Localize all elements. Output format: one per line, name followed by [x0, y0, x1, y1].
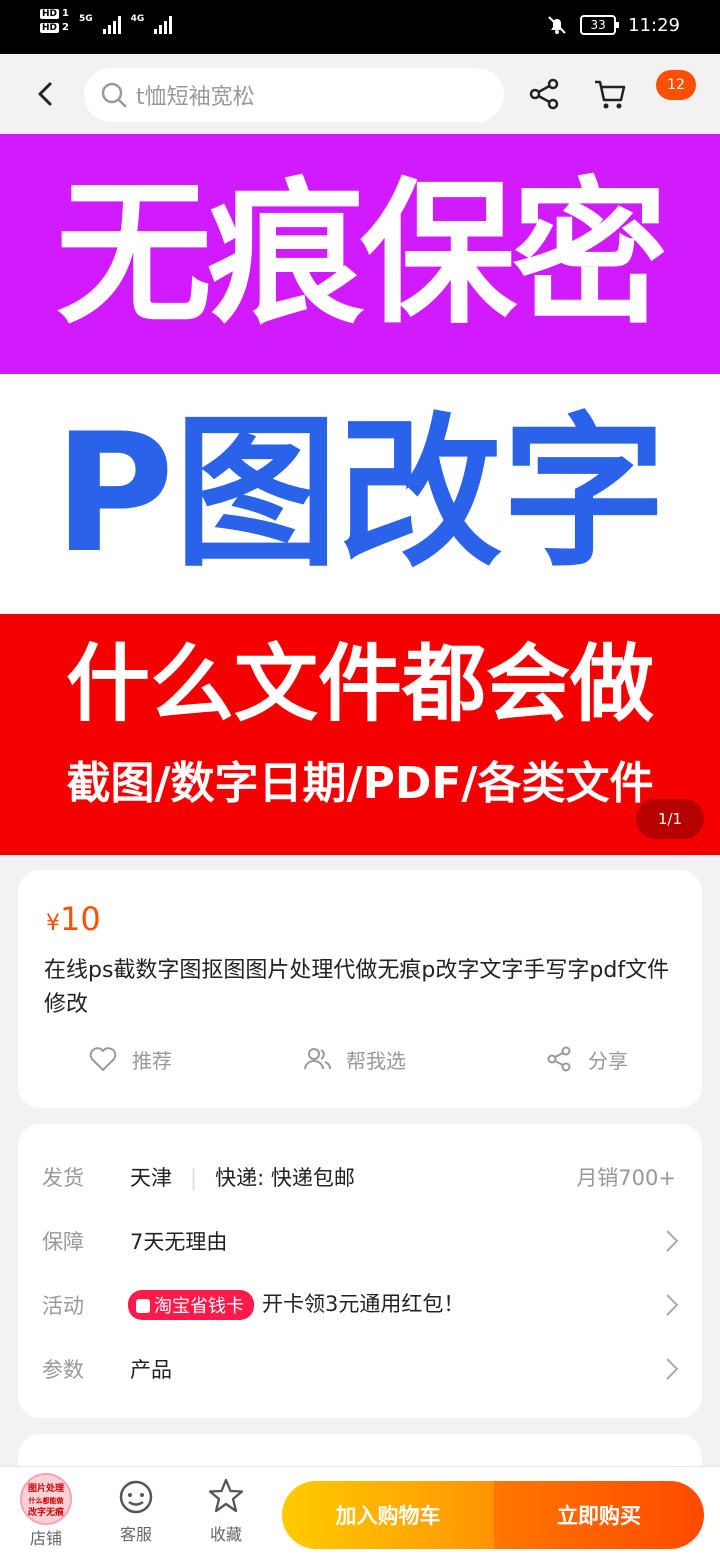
image-pager: 1/1	[636, 799, 704, 839]
activity-row[interactable]: 活动 淘宝省钱卡 开卡领3元通用红包！	[18, 1286, 702, 1326]
search-icon	[101, 82, 127, 108]
shop-label: 店铺	[29, 1529, 62, 1548]
shop-logo-line-1: 图片处理	[27, 1484, 64, 1494]
product-title: 在线ps截数字图抠图图片处理代做无痕p改字文字手写字pdf文件修改	[44, 958, 670, 1017]
sim1-indicator: HD 1	[40, 8, 69, 19]
product-banner[interactable]: 无痕保密 P图改字 什么文件都会做 截图/数字日期/PDF/各类文件 1/1	[0, 134, 720, 855]
chevron-right-icon	[666, 1294, 679, 1316]
shipping-express: 快递: 快递包邮	[215, 1166, 355, 1190]
banner-red-section: 什么文件都会做 截图/数字日期/PDF/各类文件 1/1	[0, 614, 720, 855]
price-value: 10	[60, 900, 101, 938]
shipping-origin: 天津	[130, 1166, 172, 1190]
mute-bell-icon	[548, 16, 566, 34]
monthly-sales: 月销700+	[576, 1166, 676, 1190]
share-button[interactable]: 分享	[544, 1044, 628, 1074]
help-choose-label: 帮我选	[346, 1048, 406, 1073]
product-actions: 推荐 帮我选 分享	[18, 1044, 702, 1094]
guarantee-row[interactable]: 保障 7天无理由	[18, 1222, 702, 1262]
customer-service-button[interactable]: 客服	[96, 1473, 176, 1545]
shop-logo-line-3: 改字无痕	[27, 1508, 64, 1518]
shop-logo-line-2: 什么都能做	[28, 1497, 64, 1505]
shipping-row: 发货 天津 | 快递: 快递包邮 月销700+	[18, 1158, 702, 1198]
search-placeholder: t恤短袖宽松	[136, 85, 255, 110]
savings-card-label: 淘宝省钱卡	[154, 1296, 244, 1317]
add-to-cart-button[interactable]: 加入购物车	[282, 1481, 494, 1549]
details-card: 发货 天津 | 快递: 快递包邮 月销700+ 保障 7天无理由 活动 淘宝省钱卡开…	[18, 1124, 702, 1418]
bottom-action-bar: 图片处理 什么都能做 改字无痕 店铺 客服 收藏 加入购物车 立即购买	[0, 1466, 720, 1560]
back-icon[interactable]	[30, 76, 60, 112]
share-icon	[547, 1046, 571, 1072]
favorite-button[interactable]: 收藏	[186, 1473, 266, 1545]
shipping-label: 发货	[42, 1166, 84, 1190]
service-label: 客服	[119, 1525, 152, 1544]
signal-icon	[102, 14, 121, 34]
cart-badge[interactable]: 12	[656, 70, 696, 100]
params-label: 参数	[42, 1358, 84, 1382]
activity-label: 活动	[42, 1294, 84, 1318]
network-type-2: 4G	[130, 14, 145, 24]
chevron-right-icon	[666, 1230, 679, 1252]
clock: 11:29	[628, 14, 680, 36]
product-info-card: ¥10 在线ps截数字图抠图图片处理代做无痕p改字文字手写字pdf文件修改 推荐…	[18, 870, 702, 1108]
params-value: 产品	[130, 1358, 172, 1382]
sim2-indicator: HD 2	[40, 22, 69, 33]
share-label: 分享	[588, 1048, 628, 1073]
guarantee-label: 保障	[42, 1230, 84, 1254]
star-icon	[208, 1478, 244, 1513]
battery-icon: 33	[580, 15, 620, 35]
top-nav: t恤短袖宽松	[0, 54, 720, 134]
banner-line-4: 截图/数字日期/PDF/各类文件	[66, 758, 654, 809]
status-bar: HD 1 HD 2 5G 4G 33 11:29	[0, 0, 720, 54]
banner-line-1: 无痕保密	[0, 134, 720, 374]
recommend-label: 推荐	[132, 1048, 172, 1073]
savings-card-tag: 淘宝省钱卡	[128, 1290, 254, 1320]
chevron-right-icon	[666, 1358, 679, 1380]
activity-value: 淘宝省钱卡 开卡领3元通用红包！	[128, 1288, 464, 1320]
banner-line-3: 什么文件都会做	[65, 635, 654, 733]
cart-icon[interactable]	[592, 76, 628, 112]
shop-button[interactable]: 图片处理 什么都能做 改字无痕 店铺	[6, 1473, 86, 1549]
signal-icon-2	[154, 14, 173, 34]
guarantee-value: 7天无理由	[130, 1230, 228, 1254]
activity-text: 开卡领3元通用红包！	[262, 1292, 465, 1316]
heart-icon	[89, 1047, 117, 1071]
currency-symbol: ¥	[46, 911, 60, 936]
shipping-info: 天津 | 快递: 快递包邮	[130, 1166, 355, 1190]
share-icon[interactable]	[526, 76, 562, 112]
banner-line-2: P图改字	[0, 374, 720, 614]
search-input[interactable]: t恤短袖宽松	[84, 68, 504, 122]
params-row[interactable]: 参数 产品	[18, 1350, 702, 1390]
recommend-button[interactable]: 推荐	[88, 1044, 172, 1074]
favorite-label: 收藏	[209, 1525, 242, 1544]
price: ¥10	[46, 900, 101, 938]
service-smile-icon	[119, 1480, 153, 1514]
people-icon	[304, 1048, 331, 1070]
network-type-1: 5G	[78, 14, 93, 24]
tag-icon	[136, 1299, 150, 1313]
help-choose-button[interactable]: 帮我选	[302, 1044, 406, 1074]
buy-now-button[interactable]: 立即购买	[494, 1481, 704, 1549]
shop-logo: 图片处理 什么都能做 改字无痕	[20, 1473, 72, 1525]
